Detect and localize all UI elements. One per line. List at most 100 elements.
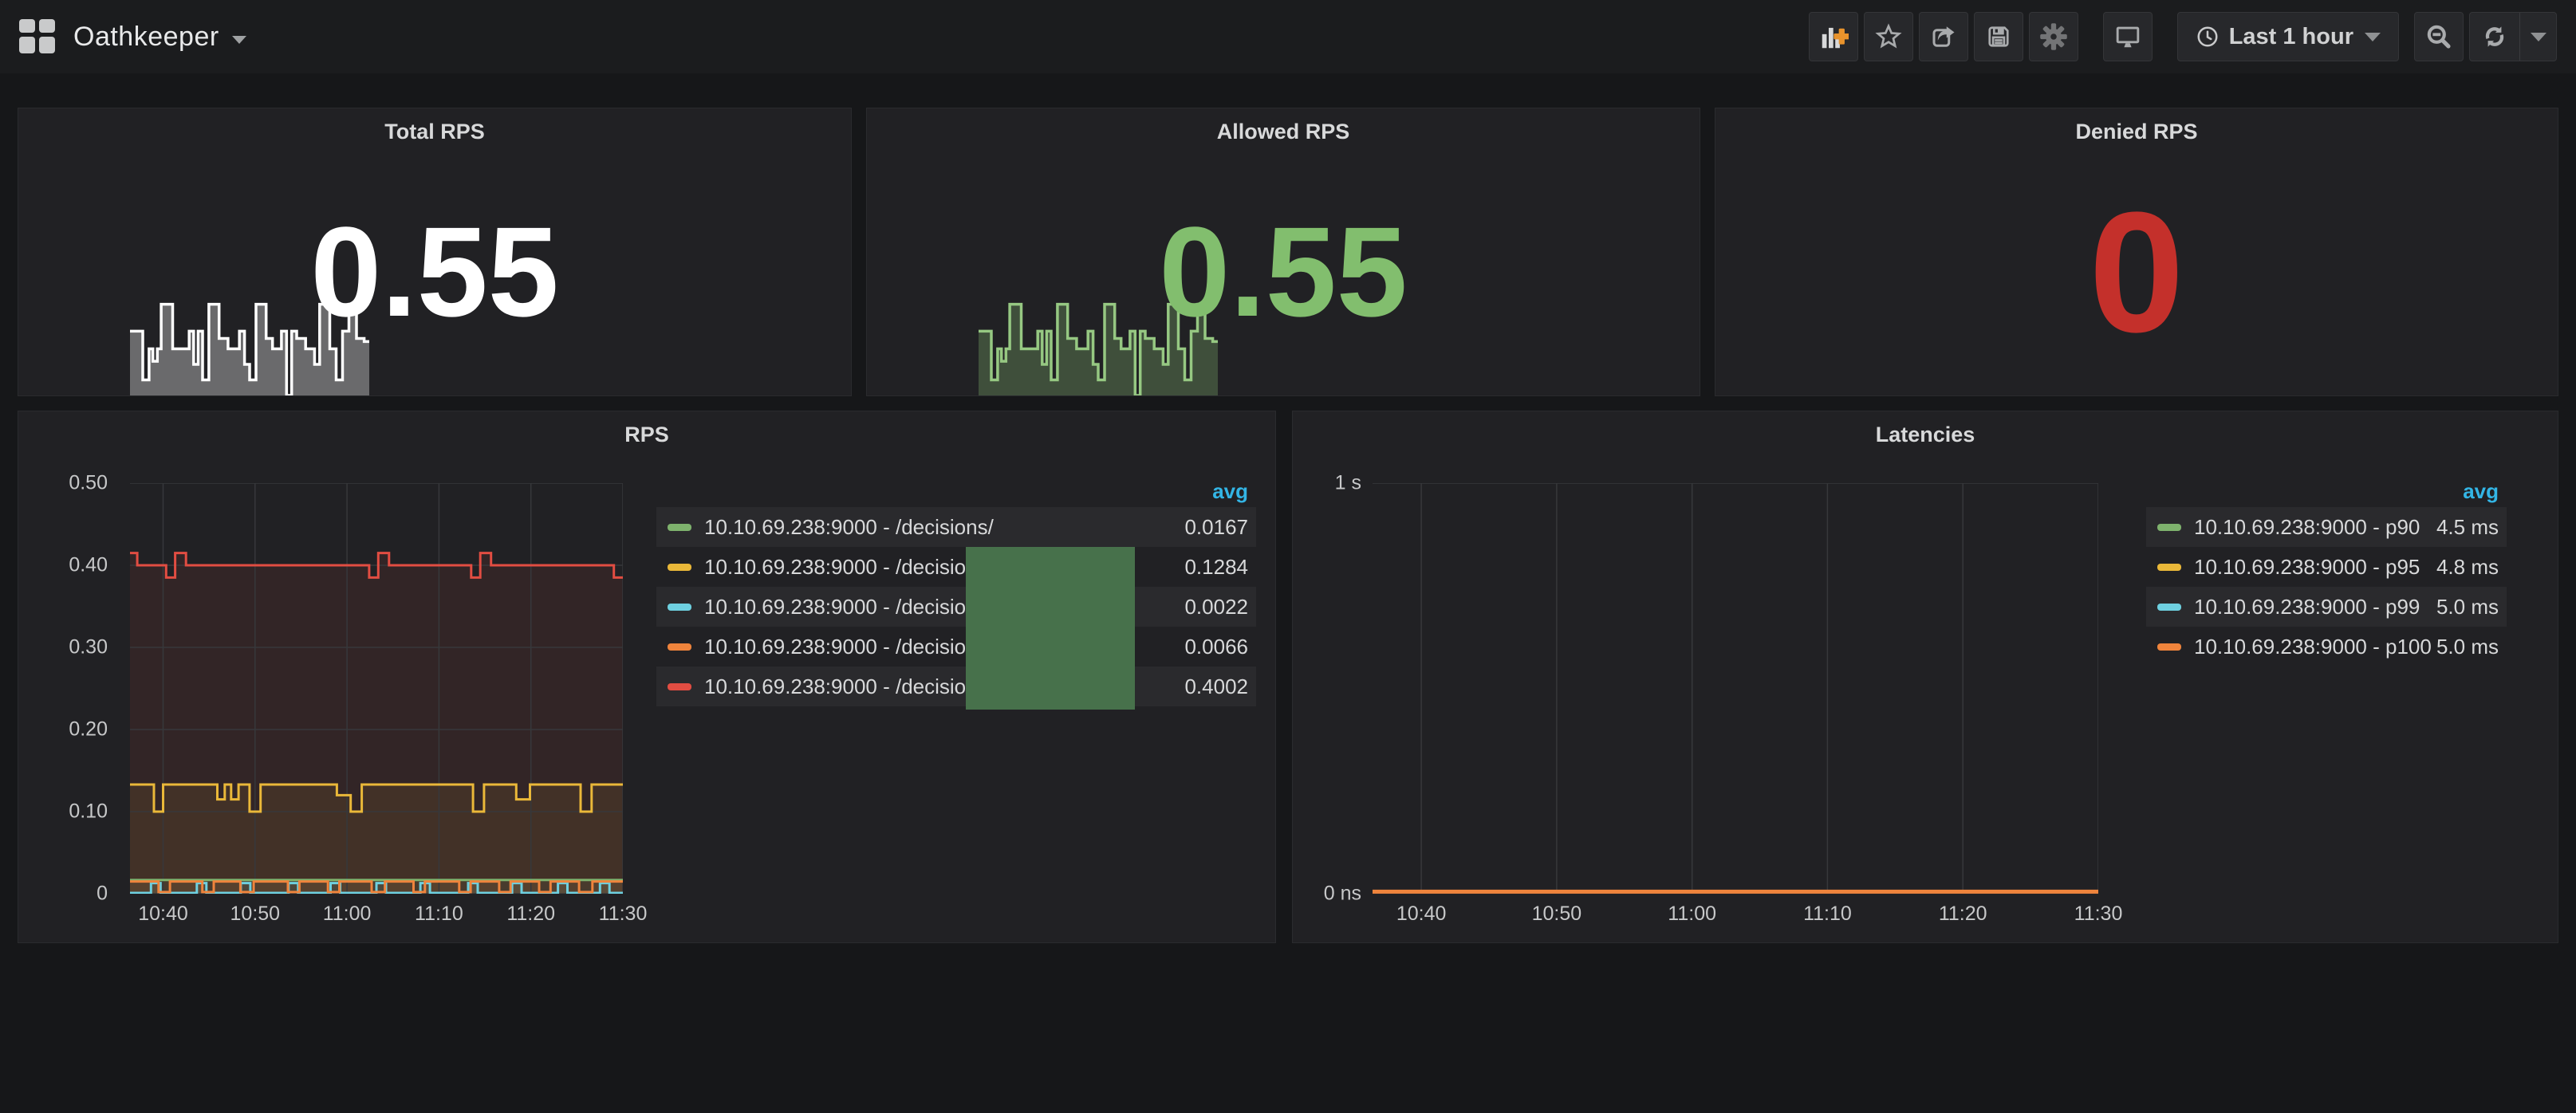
series-label: 10.10.69.238:9000 - p95 <box>2194 555 2436 580</box>
add-panel-button[interactable] <box>1809 12 1858 61</box>
rps-chart-canvas[interactable] <box>130 483 623 894</box>
refresh-interval-button[interactable] <box>2519 13 2556 61</box>
star-button[interactable] <box>1864 12 1913 61</box>
y-axis: 0.500.400.300.200.100 <box>18 483 119 894</box>
panel-total-rps: Total RPS 0.55 <box>18 108 852 396</box>
stat-value: 0.55 <box>867 208 1700 336</box>
y-tick-label: 0 <box>97 883 108 906</box>
x-tick-label: 11:20 <box>1939 903 1987 926</box>
panel-title[interactable]: Denied RPS <box>1715 120 2558 144</box>
tv-mode-button[interactable] <box>2103 12 2153 61</box>
legend-row[interactable]: 10.10.69.238:9000 - p90 4.5 ms <box>2146 507 2507 547</box>
series-swatch <box>2157 524 2181 531</box>
x-tick-label: 10:40 <box>1396 903 1447 926</box>
x-tick-label: 11:10 <box>1803 903 1852 926</box>
legend-row[interactable]: 10.10.69.238:9000 - p100 5.0 ms <box>2146 627 2507 667</box>
add-panel-icon <box>1818 22 1849 52</box>
y-tick-label: 0.10 <box>69 800 108 824</box>
series-avg-value: 0.1284 <box>1184 555 1248 580</box>
panel-rps-graph: RPS 0.50 0.40 0.30 0.20 0.10 0 10:40 10:50 11:0… <box>18 411 1276 943</box>
gear-icon <box>2038 22 2069 52</box>
time-range-picker[interactable]: Last 1 hour <box>2177 12 2399 61</box>
legend-table: avg 10.10.69.238:9000 - /decisions/ 0.01… <box>656 475 1256 706</box>
chevron-down-icon <box>2531 33 2546 41</box>
dashboard-grid-icon[interactable] <box>19 19 56 54</box>
legend-row[interactable]: 10.10.69.238:9000 - /decisions/ 0.0022 <box>656 587 1256 627</box>
legend-avg-header[interactable]: avg <box>656 475 1256 507</box>
stat-value: 0 <box>1715 187 2558 358</box>
series-swatch <box>668 564 691 571</box>
panel-title[interactable]: Total RPS <box>18 120 851 144</box>
save-icon <box>1984 22 2013 51</box>
series-avg-value: 0.0022 <box>1184 595 1248 619</box>
legend-avg-header[interactable]: avg <box>2146 475 2507 507</box>
refresh-button-group <box>2469 12 2557 61</box>
save-button[interactable] <box>1974 12 2023 61</box>
x-tick-label: 11:00 <box>1668 903 1716 926</box>
series-avg-value: 5.0 ms <box>2436 595 2499 619</box>
zoom-out-icon <box>2424 22 2454 52</box>
x-axis: 10:4010:5011:0011:1011:2011:30 <box>130 896 623 928</box>
settings-button[interactable] <box>2029 12 2078 61</box>
share-icon <box>1929 22 1958 51</box>
star-icon <box>1874 22 1903 51</box>
x-tick-label: 11:30 <box>599 903 648 926</box>
x-tick-label: 10:50 <box>230 903 281 926</box>
series-swatch <box>2157 604 2181 611</box>
x-tick-label: 11:00 <box>323 903 372 926</box>
series-avg-value: 4.5 ms <box>2436 515 2499 540</box>
panel-denied-rps: Denied RPS 0 <box>1715 108 2558 396</box>
series-label: 10.10.69.238:9000 - p99 <box>2194 595 2436 619</box>
x-tick-label: 11:20 <box>506 903 555 926</box>
series-avg-value: 5.0 ms <box>2436 635 2499 659</box>
panel-latencies-graph: Latencies 1 s 0 ns 10:40 10:50 11:00 11:10 11… <box>1292 411 2558 943</box>
series-swatch <box>668 643 691 651</box>
legend-row[interactable]: 10.10.69.238:9000 - /decisions/ 0.4002 <box>656 667 1256 706</box>
series-avg-value: 0.4002 <box>1184 674 1248 699</box>
series-label: 10.10.69.238:9000 - p90 <box>2194 515 2436 540</box>
chevron-down-icon <box>2365 33 2381 41</box>
legend-row[interactable]: 10.10.69.238:9000 - /decisions/ 0.1284 <box>656 547 1256 587</box>
y-tick-label: 0.20 <box>69 718 108 741</box>
panel-title[interactable]: Latencies <box>1293 423 2558 447</box>
dashboard-title[interactable]: Oathkeeper <box>73 22 219 53</box>
y-tick-label: 1 s <box>1335 472 1361 495</box>
y-tick-label: 0.40 <box>69 554 108 577</box>
refresh-button[interactable] <box>2470 13 2519 61</box>
clock-icon <box>2196 25 2220 49</box>
zoom-out-button[interactable] <box>2414 12 2464 61</box>
navbar-actions: Last 1 hour <box>1803 12 2557 61</box>
legend-row[interactable]: 10.10.69.238:9000 - /decisions/ 0.0066 <box>656 627 1256 667</box>
monitor-icon <box>2113 22 2143 52</box>
time-range-label: Last 1 hour <box>2229 24 2353 50</box>
legend-row[interactable]: 10.10.69.238:9000 - /decisions/ 0.0167 <box>656 507 1256 547</box>
panel-title[interactable]: RPS <box>18 423 1275 447</box>
share-button[interactable] <box>1919 12 1968 61</box>
green-overlay-artifact <box>966 547 1135 710</box>
series-swatch <box>668 524 691 531</box>
series-swatch <box>668 604 691 611</box>
x-tick-label: 11:30 <box>2074 903 2123 926</box>
panel-title[interactable]: Allowed RPS <box>867 120 1700 144</box>
y-tick-label: 0.50 <box>69 472 108 495</box>
series-swatch <box>668 683 691 690</box>
latencies-chart-canvas[interactable] <box>1373 483 2098 894</box>
series-label: 10.10.69.238:9000 - /decisions/ <box>704 515 1184 540</box>
refresh-icon <box>2480 22 2509 51</box>
x-tick-label: 10:40 <box>138 903 188 926</box>
legend-row[interactable]: 10.10.69.238:9000 - p95 4.8 ms <box>2146 547 2507 587</box>
legend-row[interactable]: 10.10.69.238:9000 - p99 5.0 ms <box>2146 587 2507 627</box>
series-avg-value: 0.0066 <box>1184 635 1248 659</box>
series-avg-value: 0.0167 <box>1184 515 1248 540</box>
series-avg-value: 4.8 ms <box>2436 555 2499 580</box>
stat-value: 0.55 <box>18 208 851 336</box>
series-label: 10.10.69.238:9000 - p100 <box>2194 635 2436 659</box>
x-tick-label: 10:50 <box>1532 903 1582 926</box>
chevron-down-icon[interactable] <box>232 36 246 44</box>
series-swatch <box>2157 564 2181 571</box>
x-axis: 10:4010:5011:0011:1011:2011:30 <box>1373 896 2098 928</box>
navbar: Oathkeeper <box>0 0 2576 73</box>
y-tick-label: 0 ns <box>1324 883 1361 906</box>
panel-allowed-rps: Allowed RPS 0.55 <box>866 108 1700 396</box>
y-tick-label: 0.30 <box>69 636 108 659</box>
